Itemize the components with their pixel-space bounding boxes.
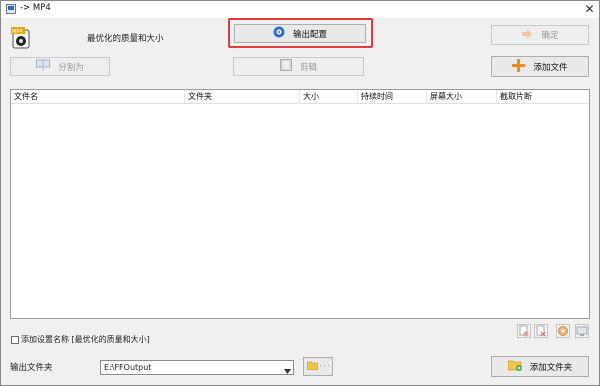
split-icon bbox=[36, 59, 51, 74]
file-table[interactable]: 文件名 文件夹 大小 持续时间 屏幕大小 截取片断 bbox=[10, 89, 590, 319]
delete-x-icon bbox=[535, 325, 547, 340]
close-button[interactable]: ✕ bbox=[581, 1, 598, 17]
mp4-format-icon: MP4 bbox=[11, 27, 31, 49]
remove-file-button[interactable] bbox=[517, 324, 531, 338]
column-header-folder[interactable]: 文件夹 bbox=[185, 90, 300, 104]
add-folder-label: 添加文件夹 bbox=[529, 362, 573, 373]
app-icon bbox=[6, 4, 16, 14]
media-info-button[interactable] bbox=[556, 324, 570, 338]
column-header-clip-segment[interactable]: 截取片断 bbox=[497, 90, 589, 104]
output-folder-select[interactable]: E:\FFOutput bbox=[100, 360, 294, 375]
remove-file-icon bbox=[518, 325, 530, 340]
add-folder-button[interactable]: 添加文件夹 bbox=[491, 356, 589, 377]
column-header-duration[interactable]: 持续时间 bbox=[358, 90, 427, 104]
ok-button[interactable]: 确定 bbox=[491, 25, 589, 45]
append-setting-checkbox[interactable] bbox=[11, 336, 19, 344]
output-settings-label: 输出配置 bbox=[292, 29, 327, 40]
delete-file-button[interactable] bbox=[534, 324, 548, 338]
column-header-size[interactable]: 大小 bbox=[300, 90, 358, 104]
settings-disc-icon bbox=[273, 26, 285, 41]
browse-folder-button[interactable]: · · · bbox=[303, 357, 333, 376]
output-folder-value: E:\FFOutput bbox=[104, 363, 152, 372]
column-header-filename[interactable]: 文件名 bbox=[11, 90, 185, 104]
output-folder-label: 输出文件夹 bbox=[10, 363, 53, 373]
ok-label: 确定 bbox=[541, 31, 559, 41]
table-header: 文件名 文件夹 大小 持续时间 屏幕大小 截取片断 bbox=[11, 90, 589, 104]
add-file-label: 添加文件 bbox=[533, 62, 568, 73]
add-file-button[interactable]: 添加文件 bbox=[491, 56, 589, 77]
svg-text:MP4: MP4 bbox=[12, 29, 23, 35]
chevron-down-icon bbox=[284, 365, 291, 378]
title-bar bbox=[1, 1, 599, 18]
output-settings-button[interactable]: 输出配置 bbox=[234, 24, 366, 43]
film-clip-icon bbox=[279, 59, 292, 74]
preset-label: 最优化的质量和大小 bbox=[87, 34, 164, 44]
ok-arrow-icon bbox=[521, 28, 533, 43]
split-button[interactable]: 分割为 bbox=[10, 57, 110, 76]
split-label: 分割为 bbox=[58, 62, 84, 73]
add-plus-icon bbox=[512, 58, 526, 75]
add-folder-icon bbox=[507, 359, 522, 374]
media-info-icon bbox=[557, 326, 569, 340]
append-setting-label: 添加设置名称 [最优化的质量和大小] bbox=[21, 335, 150, 344]
window-title: -> MP4 bbox=[20, 3, 51, 13]
clip-label: 剪辑 bbox=[299, 62, 317, 73]
folder-icon bbox=[306, 361, 319, 373]
preview-screen-icon bbox=[576, 326, 588, 340]
browse-dots: · · · bbox=[319, 363, 330, 370]
clip-button[interactable]: 剪辑 bbox=[233, 57, 364, 76]
column-header-screen-size[interactable]: 屏幕大小 bbox=[427, 90, 497, 104]
preview-button[interactable] bbox=[575, 324, 589, 338]
